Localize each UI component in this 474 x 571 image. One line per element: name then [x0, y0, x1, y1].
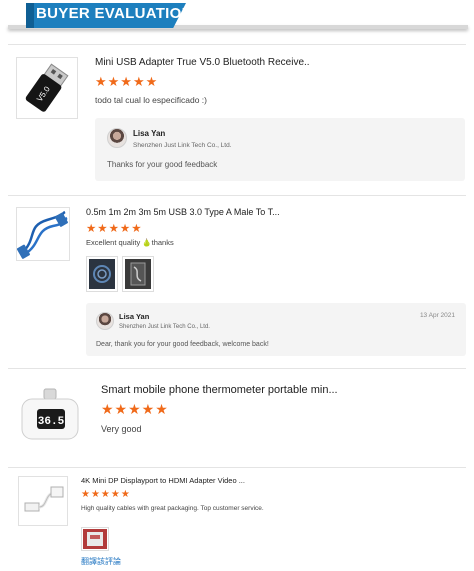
star-rating: ★★★★★ [95, 74, 159, 89]
product-thumbnail[interactable] [18, 476, 68, 526]
review-comment: High quality cables with great packaging… [81, 505, 264, 512]
displayport-adapter-icon [24, 486, 64, 512]
reply-date: 13 Apr 2021 [419, 312, 455, 319]
photo-thumbnail-icon [89, 259, 115, 289]
review-photo[interactable] [122, 256, 154, 292]
review-photo[interactable] [81, 527, 109, 551]
thermometer-reading: 36.5 [38, 416, 65, 428]
reply-author: Lisa Yan [119, 312, 150, 321]
product-title[interactable]: Smart mobile phone thermometer portable … [101, 384, 341, 396]
reply-text: Thanks for your good feedback [107, 160, 218, 169]
thermometer-device-icon: 36.5 [21, 388, 79, 440]
avatar [107, 128, 127, 148]
product-thumbnail[interactable]: V5.0 [16, 57, 78, 119]
product-title[interactable]: 0.5m 1m 2m 3m 5m USB 3.0 Type A Male To … [86, 207, 281, 217]
seller-reply: Lisa Yan Shenzhen Just Link Tech Co., Lt… [86, 303, 466, 356]
product-thumbnail[interactable]: 36.5 [18, 385, 82, 449]
reply-author: Lisa Yan [133, 129, 166, 138]
product-title[interactable]: Mini USB Adapter True V5.0 Bluetooth Rec… [95, 57, 310, 68]
photo-thumbnail-icon [83, 529, 107, 549]
translate-review-link[interactable]: 翻譯該評論 [81, 556, 121, 567]
section-title: BUYER EVALUATION [36, 5, 193, 22]
divider [8, 195, 466, 196]
product-thumbnail[interactable] [16, 207, 70, 261]
product-title[interactable]: 4K Mini DP Displayport to HDMI Adapter V… [81, 476, 271, 485]
star-rating: ★★★★★ [81, 489, 131, 500]
divider [8, 44, 466, 45]
avatar [96, 312, 114, 330]
review-comment: Excellent quality 🍐thanks [86, 238, 174, 247]
reply-company: Shenzhen Just Link Tech Co., Ltd. [133, 142, 232, 149]
usb-bluetooth-adapter-icon: V5.0 [25, 63, 69, 112]
reply-text: Dear, thank you for your good feedback, … [96, 341, 269, 348]
review-photo[interactable] [86, 256, 118, 292]
divider [8, 368, 466, 369]
reply-company: Shenzhen Just Link Tech Co., Ltd. [119, 324, 210, 330]
star-rating: ★★★★★ [101, 401, 169, 417]
section-header: BUYER EVALUATION [0, 0, 474, 30]
review-comment: todo tal cual lo especificado :) [95, 95, 207, 105]
divider [8, 467, 466, 468]
photo-thumbnail-icon [125, 259, 151, 289]
usb-cable-icon [16, 210, 68, 259]
seller-reply: Lisa Yan Shenzhen Just Link Tech Co., Lt… [95, 118, 465, 181]
review-comment: Very good [101, 424, 142, 434]
star-rating: ★★★★★ [86, 223, 143, 235]
